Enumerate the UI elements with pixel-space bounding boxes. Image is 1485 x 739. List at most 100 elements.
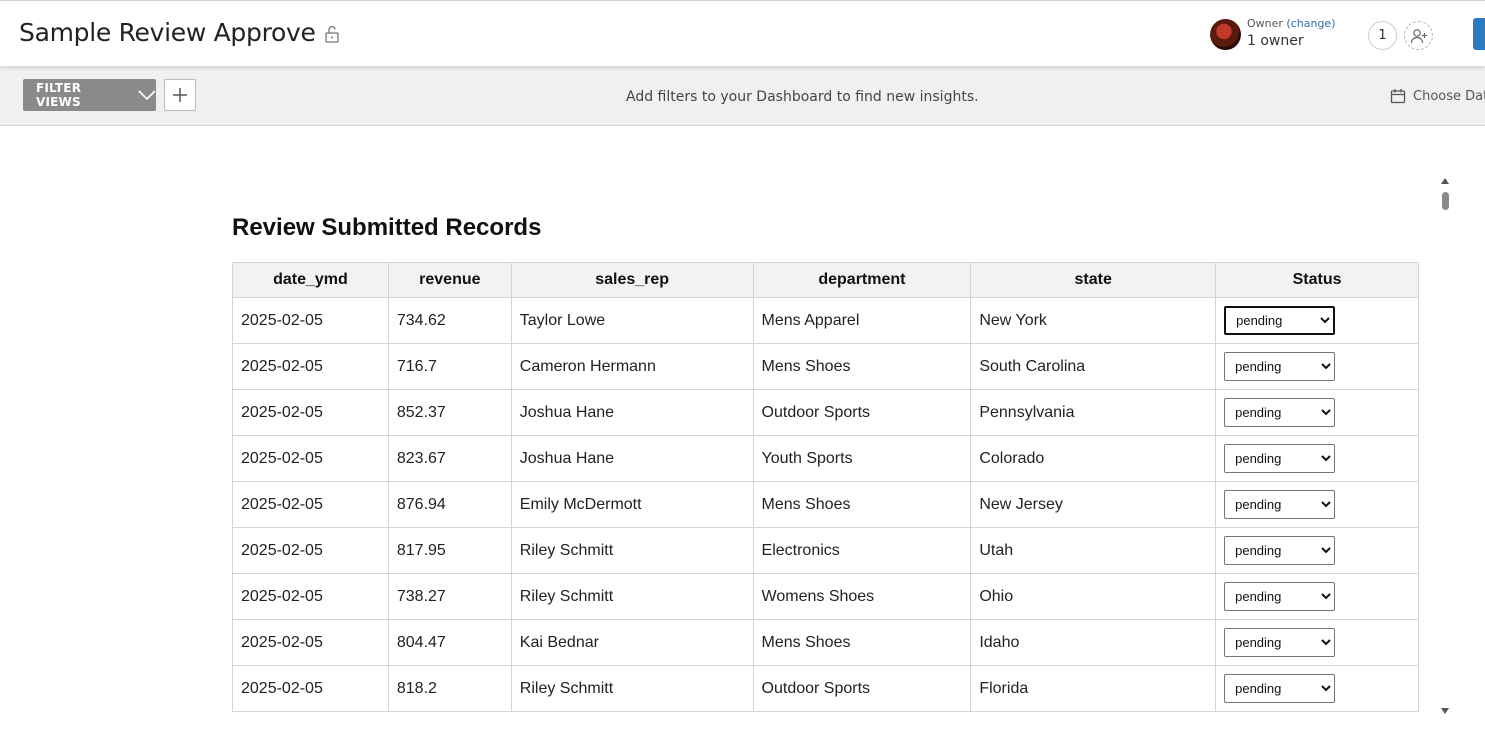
owner-count: 1 owner xyxy=(1247,33,1304,49)
cell-state: Utah xyxy=(970,527,1217,574)
cell-sales-rep: Cameron Hermann xyxy=(510,343,754,390)
cell-status: pending xyxy=(1215,343,1419,390)
status-select[interactable]: pending xyxy=(1224,536,1336,565)
top-header: Sample Review Approve Owner (change) 1 o… xyxy=(0,0,1485,66)
filter-views-label: FILTER VIEWS xyxy=(36,81,82,109)
cell-status: pending xyxy=(1215,573,1419,620)
cell-status: pending xyxy=(1215,481,1419,528)
cell-state: Pennsylvania xyxy=(970,389,1217,436)
status-select[interactable]: pending xyxy=(1224,490,1336,519)
unlock-icon[interactable] xyxy=(323,25,341,43)
dashboard-content: Review Submitted Records date_ymd revenu… xyxy=(0,126,1485,739)
add-user-icon[interactable] xyxy=(1404,21,1433,50)
table-row: 2025-02-05 738.27 Riley Schmitt Womens Shoe… xyxy=(232,573,1419,620)
cell-state: Colorado xyxy=(970,435,1217,482)
cell-sales-rep: Joshua Hane xyxy=(510,435,754,482)
table-row: 2025-02-05 823.67 Joshua Hane Youth Sports C… xyxy=(232,435,1419,482)
cell-sales-rep: Kai Bednar xyxy=(510,619,754,666)
owner-change-link[interactable]: (change) xyxy=(1286,17,1335,30)
cell-status: pending xyxy=(1215,619,1419,666)
column-header: sales_rep xyxy=(510,262,754,298)
cell-revenue: 817.95 xyxy=(387,527,512,574)
table-row: 2025-02-05 734.62 Taylor Lowe Mens Apparel N… xyxy=(232,297,1419,344)
owner-avatar[interactable] xyxy=(1210,19,1241,50)
cell-sales-rep: Joshua Hane xyxy=(510,389,754,436)
table-row: 2025-02-05 804.47 Kai Bednar Mens Shoes Idah… xyxy=(232,619,1419,666)
filter-bar: FILTER VIEWS Add filters to your Dashboa… xyxy=(0,66,1485,126)
cell-state: Florida xyxy=(970,665,1217,712)
primary-action-button[interactable] xyxy=(1473,18,1485,50)
column-header: revenue xyxy=(387,262,512,298)
status-select[interactable]: pending xyxy=(1224,674,1336,703)
cell-revenue: 852.37 xyxy=(387,389,512,436)
cell-status: pending xyxy=(1215,665,1419,712)
cell-sales-rep: Riley Schmitt xyxy=(510,527,754,574)
table-row: 2025-02-05 818.2 Riley Schmitt Outdoor Spor… xyxy=(232,665,1419,712)
cell-department: Youth Sports xyxy=(752,435,972,482)
cell-revenue: 818.2 xyxy=(387,665,512,712)
table-row: 2025-02-05 876.94 Emily McDermott Mens Shoe… xyxy=(232,481,1419,528)
cell-department: Mens Shoes xyxy=(752,481,972,528)
scroll-thumb[interactable] xyxy=(1442,192,1449,210)
cell-sales-rep: Riley Schmitt xyxy=(510,665,754,712)
scrollbar[interactable] xyxy=(1438,178,1452,714)
cell-revenue: 734.62 xyxy=(387,297,512,344)
cell-date-ymd: 2025-02-05 xyxy=(232,435,389,482)
cell-department: Electronics xyxy=(752,527,972,574)
column-header: state xyxy=(970,262,1217,298)
status-select[interactable]: pending xyxy=(1224,628,1336,657)
owner-label: Owner xyxy=(1247,17,1283,30)
cell-status: pending xyxy=(1215,297,1419,344)
plus-icon xyxy=(173,88,187,102)
cell-department: Mens Shoes xyxy=(752,619,972,666)
cell-date-ymd: 2025-02-05 xyxy=(232,389,389,436)
cell-revenue: 738.27 xyxy=(387,573,512,620)
column-header: department xyxy=(752,262,972,298)
owner-label-row: Owner (change) xyxy=(1247,17,1336,30)
scroll-down-arrow-icon[interactable] xyxy=(1441,708,1449,714)
status-select[interactable]: pending xyxy=(1224,582,1336,611)
cell-revenue: 876.94 xyxy=(387,481,512,528)
cell-revenue: 804.47 xyxy=(387,619,512,666)
cell-sales-rep: Taylor Lowe xyxy=(510,297,754,344)
cell-state: Idaho xyxy=(970,619,1217,666)
records-table: date_ymd revenue sales_rep department st… xyxy=(232,262,1419,712)
cell-status: pending xyxy=(1215,527,1419,574)
status-select[interactable]: pending xyxy=(1224,352,1336,381)
cell-state: Ohio xyxy=(970,573,1217,620)
cell-date-ymd: 2025-02-05 xyxy=(232,343,389,390)
cell-department: Mens Apparel xyxy=(752,297,972,344)
calendar-icon xyxy=(1390,89,1406,104)
cell-department: Outdoor Sports xyxy=(752,389,972,436)
cell-revenue: 716.7 xyxy=(387,343,512,390)
cell-date-ymd: 2025-02-05 xyxy=(232,573,389,620)
status-select[interactable]: pending xyxy=(1224,398,1336,427)
choose-date-button[interactable]: Choose Dat xyxy=(1390,88,1485,104)
status-select[interactable]: pending xyxy=(1224,306,1336,335)
cell-department: Womens Shoes xyxy=(752,573,972,620)
table-row: 2025-02-05 817.95 Riley Schmitt Electronics… xyxy=(232,527,1419,574)
cell-revenue: 823.67 xyxy=(387,435,512,482)
cell-date-ymd: 2025-02-05 xyxy=(232,297,389,344)
table-row: 2025-02-05 716.7 Cameron Hermann Mens Shoes… xyxy=(232,343,1419,390)
cell-date-ymd: 2025-02-05 xyxy=(232,619,389,666)
column-header: Status xyxy=(1215,262,1419,298)
cell-date-ymd: 2025-02-05 xyxy=(232,481,389,528)
status-select[interactable]: pending xyxy=(1224,444,1336,473)
report-title: Review Submitted Records xyxy=(232,214,542,241)
share-count-badge[interactable]: 1 xyxy=(1368,21,1397,50)
cell-department: Outdoor Sports xyxy=(752,665,972,712)
cell-date-ymd: 2025-02-05 xyxy=(232,665,389,712)
report-frame: Review Submitted Records date_ymd revenu… xyxy=(0,176,1452,716)
add-filter-button[interactable] xyxy=(164,79,196,111)
table-row: 2025-02-05 852.37 Joshua Hane Outdoor Sport… xyxy=(232,389,1419,436)
cell-status: pending xyxy=(1215,435,1419,482)
choose-date-label: Choose Dat xyxy=(1413,88,1485,104)
cell-department: Mens Shoes xyxy=(752,343,972,390)
scroll-up-arrow-icon[interactable] xyxy=(1441,178,1449,184)
table-header-row: date_ymd revenue sales_rep department st… xyxy=(232,262,1419,298)
cell-state: South Carolina xyxy=(970,343,1217,390)
chevron-down-icon xyxy=(138,90,156,100)
filter-views-button[interactable]: FILTER VIEWS xyxy=(23,79,156,111)
cell-sales-rep: Riley Schmitt xyxy=(510,573,754,620)
